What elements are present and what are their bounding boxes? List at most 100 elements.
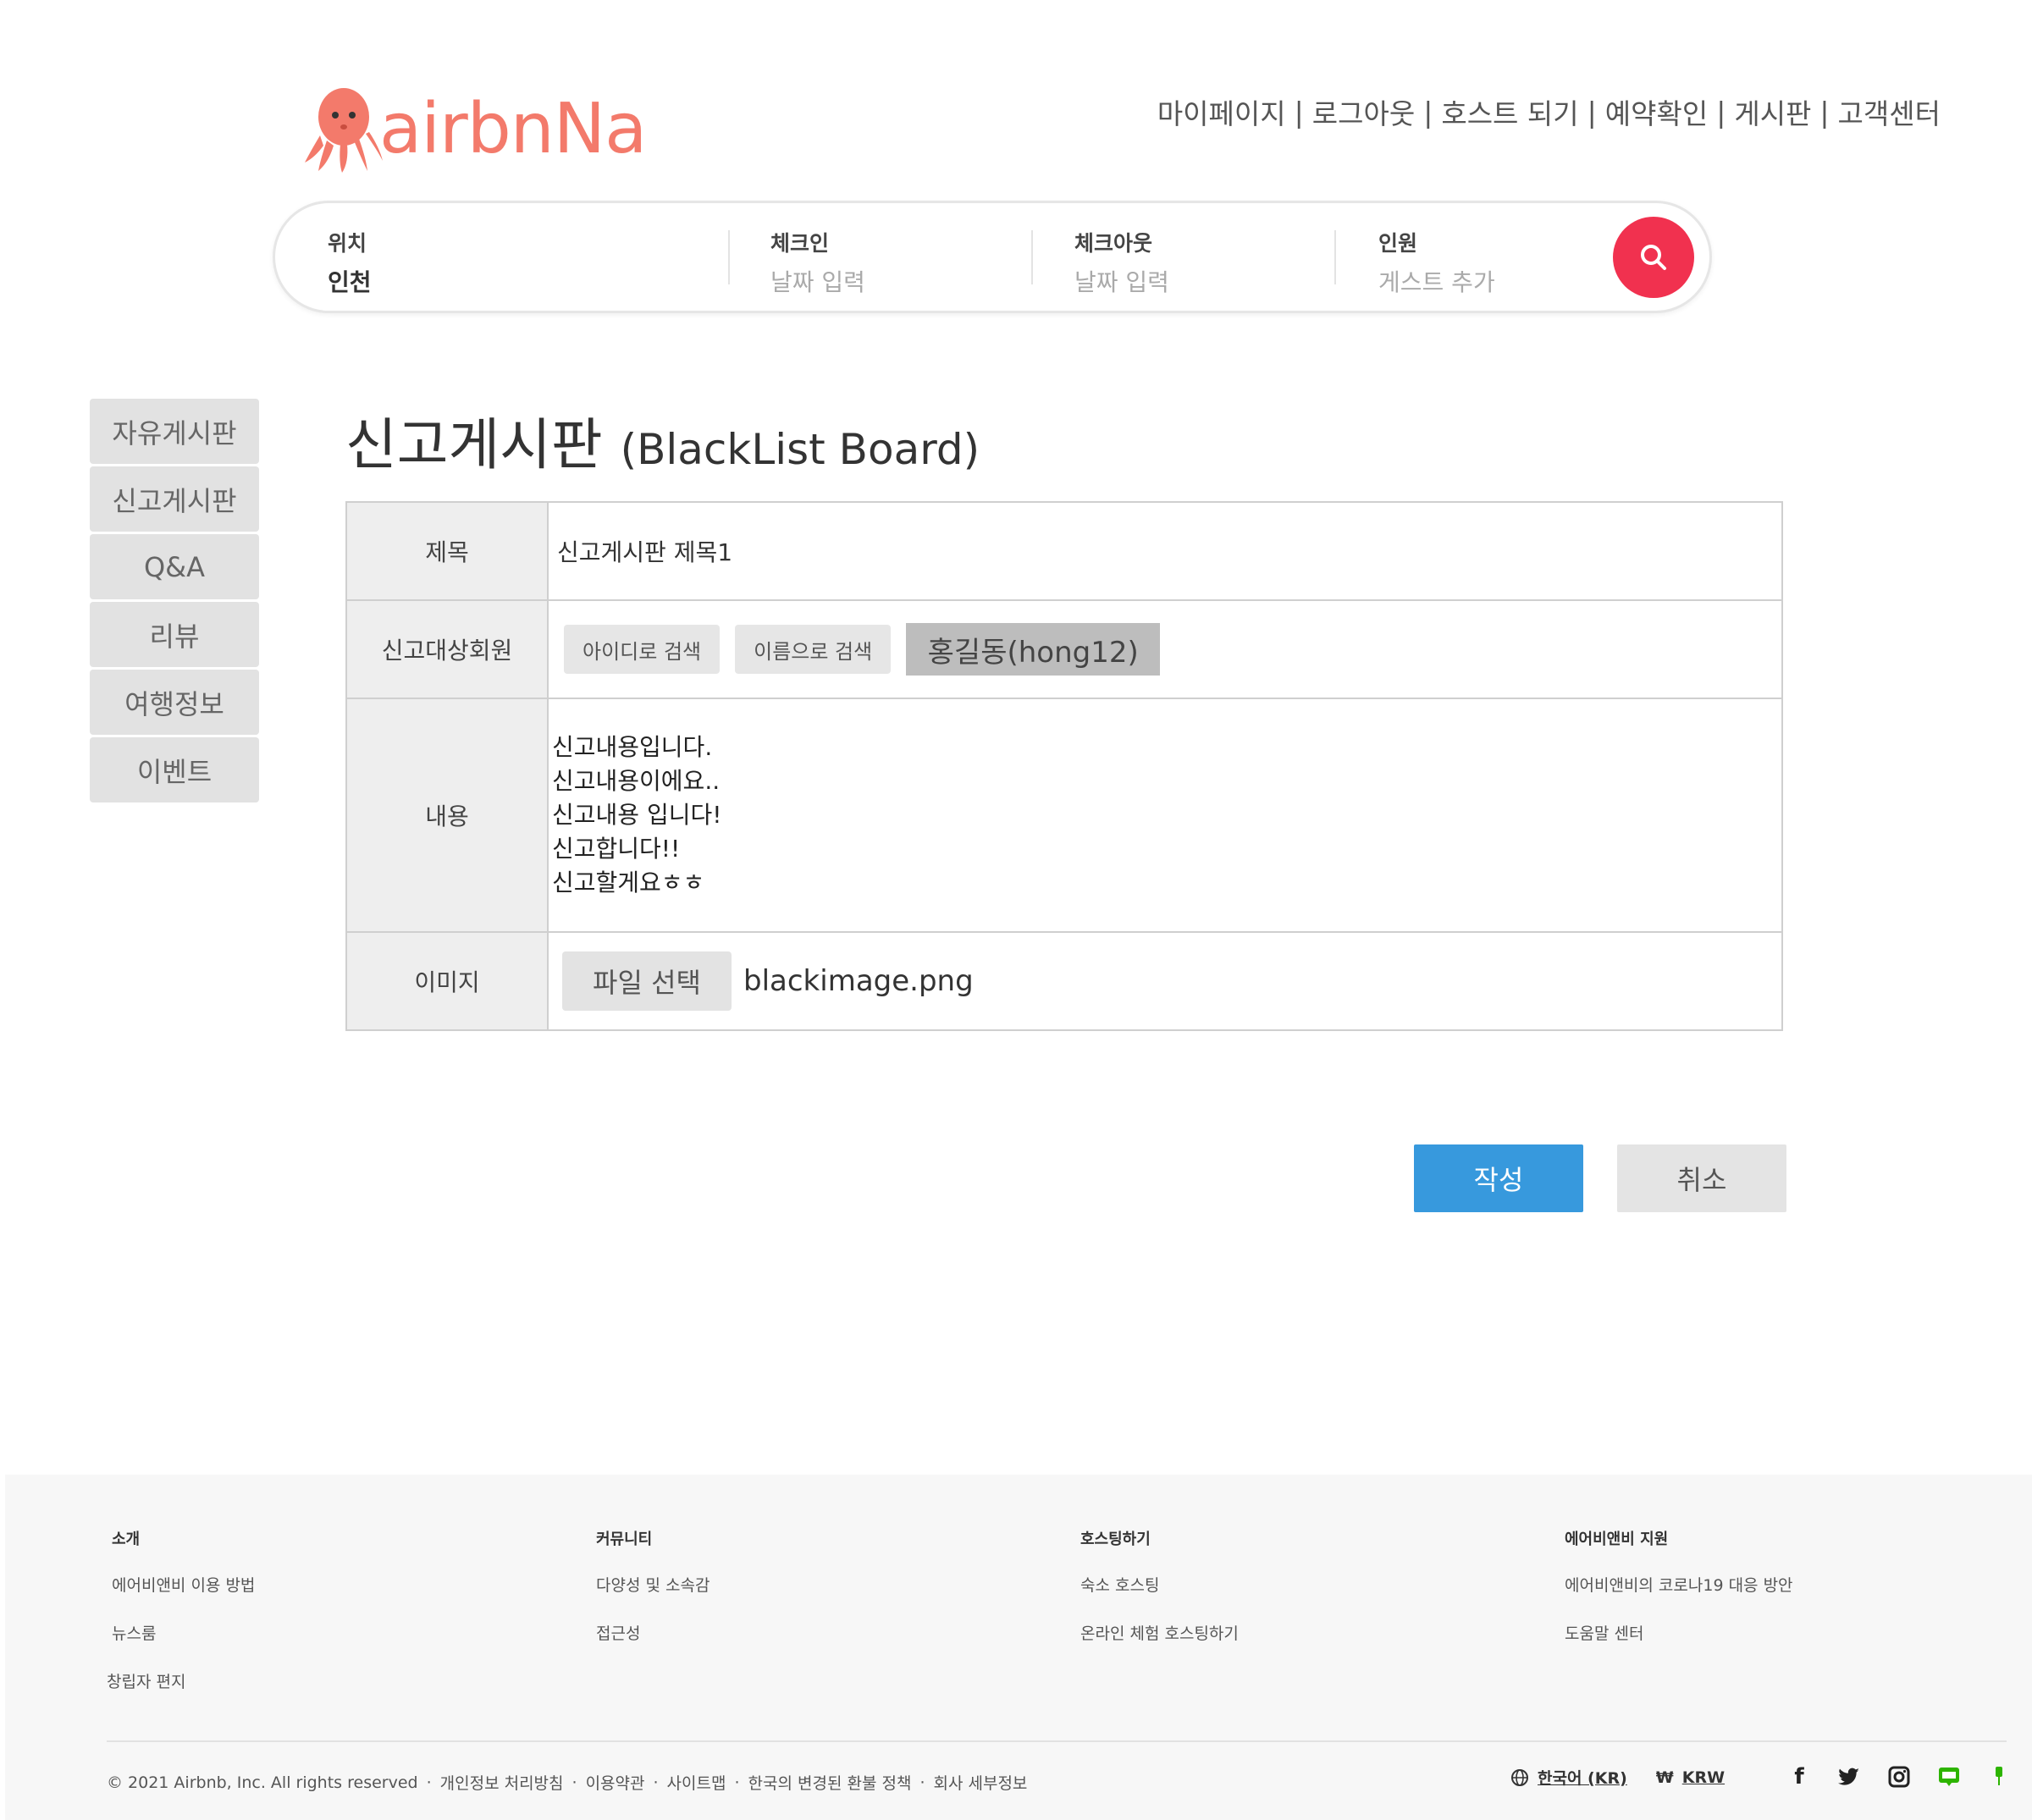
checkin-placeholder: 날짜 입력 — [770, 268, 865, 296]
selected-member: 홍길동(hong12) — [906, 623, 1161, 676]
form-row-content: 내용 신고내용입니다. 신고내용이에요.. 신고내용 입니다! 신고합니다!! … — [347, 699, 1781, 933]
language-selector[interactable]: 한국어 (KR) — [1538, 1766, 1627, 1789]
footer-heading: 커뮤니티 — [596, 1530, 653, 1548]
content-line: 신고내용이에요.. — [552, 767, 721, 795]
sidebar-item-review[interactable]: 리뷰 — [90, 602, 259, 667]
footer-link[interactable]: 숙소 호스팅 — [1080, 1573, 1239, 1596]
footer-link[interactable]: 창립자 편지 — [107, 1669, 255, 1692]
file-name: blackimage.png — [743, 964, 974, 998]
report-form: 제목 신고게시판 제목1 신고대상회원 아이디로 검색 이름으로 검색 홍길동(… — [345, 501, 1783, 1031]
search-divider — [1334, 230, 1336, 284]
company-details-link[interactable]: 회사 세부정보 — [933, 1771, 1027, 1794]
content-line: 신고합니다!! — [552, 835, 681, 863]
nav-logout[interactable]: 로그아웃 — [1312, 91, 1415, 132]
form-row-title: 제목 신고게시판 제목1 — [347, 503, 1781, 601]
currency-selector[interactable]: KRW — [1682, 1768, 1725, 1787]
naver-blog-icon[interactable] — [1936, 1764, 1962, 1790]
locale-settings: 한국어 (KR) ₩ KRW — [1510, 1766, 1725, 1789]
board-sidebar: 자유게시판 신고게시판 Q&A 리뷰 여행정보 이벤트 — [90, 399, 259, 805]
footer-link[interactable]: 뉴스룸 — [112, 1621, 255, 1644]
facebook-icon[interactable]: f — [1786, 1764, 1812, 1790]
nav-separator: | — [1587, 95, 1597, 129]
footer-link[interactable]: 접근성 — [596, 1621, 710, 1644]
checkout-placeholder: 날짜 입력 — [1074, 268, 1169, 296]
footer-divider — [107, 1740, 2007, 1742]
search-divider — [728, 230, 730, 284]
nav-separator: | — [1294, 95, 1304, 129]
refund-policy-link[interactable]: 한국의 변경된 환불 정책 — [748, 1771, 912, 1794]
twitter-icon[interactable] — [1836, 1764, 1862, 1790]
content-line: 신고내용 입니다! — [552, 801, 722, 829]
member-label: 신고대상회원 — [347, 601, 549, 698]
search-by-id-button[interactable]: 아이디로 검색 — [564, 625, 721, 674]
page-title: 신고게시판 (BlackList Board) — [345, 400, 980, 481]
sidebar-item-free-board[interactable]: 자유게시판 — [90, 399, 259, 464]
checkout-label: 체크아웃 — [1074, 231, 1153, 256]
page-title-main: 신고게시판 — [345, 412, 603, 477]
nav-separator: | — [1819, 95, 1830, 129]
nav-separator: | — [1423, 95, 1433, 129]
footer-link[interactable]: 에어비앤비의 코로나19 대응 방안 — [1565, 1573, 1793, 1596]
nav-customer-center[interactable]: 고객센터 — [1838, 91, 1941, 132]
footer-heading: 호스팅하기 — [1080, 1530, 1151, 1548]
location-field[interactable]: 위치 인천 — [328, 227, 372, 298]
sitemap-link[interactable]: 사이트맵 — [667, 1771, 726, 1794]
instagram-icon[interactable] — [1886, 1764, 1912, 1790]
footer-column-community: 커뮤니티 다양성 및 소속감 접근성 — [596, 1527, 710, 1669]
octopus-logo-icon — [305, 88, 383, 173]
file-select-button[interactable]: 파일 선택 — [562, 951, 732, 1011]
nav-reservations[interactable]: 예약확인 — [1605, 91, 1708, 132]
content-line: 신고내용입니다. — [552, 733, 713, 761]
content-label: 내용 — [347, 699, 549, 931]
location-value: 인천 — [328, 268, 372, 296]
checkin-label: 체크인 — [770, 231, 830, 256]
social-links: f — [1786, 1764, 2032, 1790]
cancel-button[interactable]: 취소 — [1617, 1144, 1786, 1212]
nav-board[interactable]: 게시판 — [1734, 91, 1811, 132]
footer-column-about: 소개 에어비앤비 이용 방법 뉴스룸 창립자 편지 — [107, 1527, 255, 1718]
content-textarea[interactable]: 신고내용입니다. 신고내용이에요.. 신고내용 입니다! 신고합니다!! 신고할… — [549, 699, 1781, 931]
brand-name: airbnNa — [379, 89, 647, 169]
sidebar-item-travel-info[interactable]: 여행정보 — [90, 670, 259, 735]
naver-post-icon[interactable] — [1986, 1764, 2012, 1790]
page-title-sub: (BlackList Board) — [620, 425, 980, 474]
submit-button[interactable]: 작성 — [1414, 1144, 1583, 1212]
copyright: © 2021 Airbnb, Inc. All rights reserved — [107, 1773, 418, 1792]
sidebar-item-report-board[interactable]: 신고게시판 — [90, 466, 259, 532]
footer: 소개 에어비앤비 이용 방법 뉴스룸 창립자 편지 커뮤니티 다양성 및 소속감… — [5, 1475, 2032, 1820]
footer-legal: © 2021 Airbnb, Inc. All rights reserved … — [107, 1771, 1027, 1794]
sidebar-item-qna[interactable]: Q&A — [90, 534, 259, 599]
title-input[interactable]: 신고게시판 제목1 — [549, 503, 1781, 599]
content-line: 신고할게요ㅎㅎ — [552, 869, 705, 896]
guests-placeholder: 게스트 추가 — [1378, 268, 1495, 296]
checkin-field[interactable]: 체크인 날짜 입력 — [770, 227, 865, 298]
checkout-field[interactable]: 체크아웃 날짜 입력 — [1074, 227, 1169, 298]
top-navigation: 마이페이지 | 로그아웃 | 호스트 되기 | 예약확인 | 게시판 | 고객센… — [1157, 91, 1941, 132]
logo[interactable]: airbnNa — [303, 85, 647, 173]
footer-link[interactable]: 온라인 체험 호스팅하기 — [1080, 1621, 1239, 1644]
footer-link[interactable]: 도움말 센터 — [1565, 1621, 1793, 1644]
privacy-link[interactable]: 개인정보 처리방침 — [440, 1771, 564, 1794]
search-button[interactable] — [1613, 217, 1694, 298]
form-row-image: 이미지 파일 선택 blackimage.png — [347, 933, 1781, 1029]
title-label: 제목 — [347, 503, 549, 599]
footer-column-support: 에어비앤비 지원 에어비앤비의 코로나19 대응 방안 도움말 센터 — [1565, 1527, 1793, 1669]
search-by-name-button[interactable]: 이름으로 검색 — [735, 625, 892, 674]
footer-heading: 에어비앤비 지원 — [1565, 1530, 1669, 1548]
nav-mypage[interactable]: 마이페이지 — [1157, 91, 1286, 132]
currency-icon: ₩ — [1655, 1768, 1674, 1787]
search-bar: 위치 인천 체크인 날짜 입력 체크아웃 날짜 입력 인원 게스트 추가 — [273, 201, 1712, 313]
sidebar-item-event[interactable]: 이벤트 — [90, 737, 259, 802]
search-divider — [1031, 230, 1033, 284]
footer-link[interactable]: 에어비앤비 이용 방법 — [112, 1573, 255, 1596]
footer-column-hosting: 호스팅하기 숙소 호스팅 온라인 체험 호스팅하기 — [1080, 1527, 1239, 1669]
globe-icon — [1511, 1768, 1528, 1786]
nav-separator: | — [1716, 95, 1726, 129]
guests-label: 인원 — [1378, 231, 1418, 256]
search-icon — [1641, 245, 1666, 270]
image-label: 이미지 — [347, 933, 549, 1029]
terms-link[interactable]: 이용약관 — [586, 1771, 645, 1794]
guests-field[interactable]: 인원 게스트 추가 — [1378, 227, 1495, 298]
nav-become-host[interactable]: 호스트 되기 — [1441, 91, 1578, 132]
footer-link[interactable]: 다양성 및 소속감 — [596, 1573, 710, 1596]
